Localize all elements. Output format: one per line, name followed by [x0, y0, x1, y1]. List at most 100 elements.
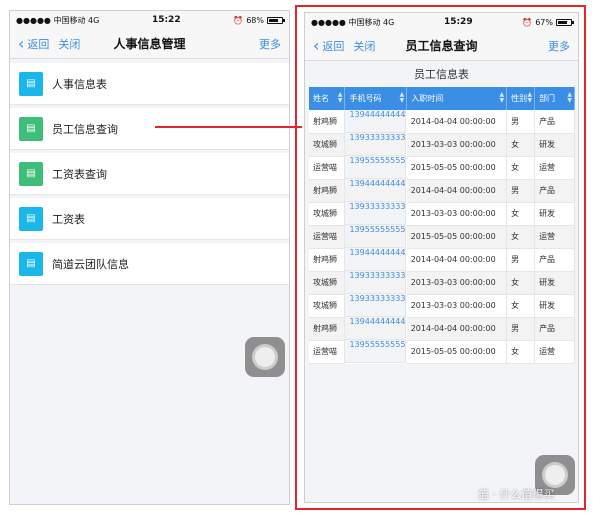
table-cell: 射鸡狮 — [309, 248, 346, 272]
watermark: 值 · 什么值得买 — [478, 488, 555, 501]
column-header[interactable]: 部门 ▲ ▼ — [534, 87, 575, 110]
column-header-label: 性别 — [511, 94, 528, 103]
sort-icon: ▲ ▼ — [499, 91, 505, 104]
table-cell: 运营喵 — [309, 340, 346, 364]
table-cell: 男 — [506, 110, 536, 134]
sort-icon: ▲ ▼ — [399, 91, 405, 104]
menu-item[interactable]: ▤ 工资表 — [10, 198, 289, 240]
document-icon: ▤ — [19, 251, 43, 276]
more-button[interactable]: 更多 — [548, 38, 578, 54]
battery-icon — [556, 18, 574, 26]
column-header[interactable]: 入职时间 ▲ ▼ — [406, 87, 508, 110]
table-row[interactable]: 攻城狮 13933333333 2013-03-03 00:00:00 女研发 — [309, 133, 575, 157]
table-cell: 女 — [506, 340, 536, 364]
left-phone-screen: ●●●●● 中国移动 4G 15:22 ⏰ 68% ‹ 返回 关闭 人事信息管理… — [9, 10, 290, 505]
table-cell: 男 — [506, 179, 536, 203]
table-row[interactable]: 攻城狮 13933333333 2013-03-03 00:00:00 女研发 — [309, 271, 575, 295]
document-icon: ▤ — [19, 161, 43, 186]
table-header-row: 姓名 ▲ ▼ 手机号码 ▲ ▼ 入职时间 ▲ ▼ 性别 ▲ ▼ 部门 ▲ ▼ — [309, 87, 575, 110]
table-cell: 男 — [506, 317, 536, 341]
table-row[interactable]: 射鸡狮 13944444444 2014-04-04 00:00:00 男产品 — [309, 110, 575, 134]
menu-item-label: 简道云团队信息 — [52, 257, 129, 271]
more-button[interactable]: 更多 — [259, 36, 289, 52]
table-cell: 女 — [506, 156, 536, 180]
table-cell: 射鸡狮 — [309, 179, 346, 203]
table-cell[interactable]: 13944444444 — [345, 317, 407, 340]
table-cell: 研发 — [534, 271, 575, 295]
sort-icon: ▲ ▼ — [567, 91, 572, 104]
table-cell: 运营 — [534, 225, 575, 249]
assistive-touch-icon — [252, 344, 278, 370]
table-cell: 2015-05-05 00:00:00 — [406, 340, 508, 364]
carrier: ●●●●● 中国移动 4G — [311, 17, 395, 27]
table-cell: 2013-03-03 00:00:00 — [406, 133, 508, 157]
table-cell[interactable]: 13955555555 — [345, 340, 407, 363]
close-button[interactable]: 关闭 — [58, 36, 80, 52]
chevron-left-icon[interactable]: ‹ — [313, 37, 319, 54]
table-row[interactable]: 攻城狮 13933333333 2013-03-03 00:00:00 女研发 — [309, 202, 575, 226]
column-header[interactable]: 姓名 ▲ ▼ — [309, 87, 346, 110]
assistive-touch-button[interactable] — [245, 337, 285, 377]
navigation-bar: ‹ 返回 关闭 员工信息查询 更多 — [305, 31, 578, 61]
alarm-icon: ⏰ — [233, 15, 244, 25]
clock: 15:22 — [151, 15, 181, 25]
column-header-label: 部门 — [539, 94, 556, 103]
menu-item-label: 人事信息表 — [52, 77, 107, 91]
table-cell: 2015-05-05 00:00:00 — [406, 225, 508, 249]
table-cell: 2015-05-05 00:00:00 — [406, 156, 508, 180]
table-cell: 运营喵 — [309, 225, 346, 249]
table-title: 员工信息表 — [305, 61, 578, 87]
table-cell: 2014-04-04 00:00:00 — [406, 179, 508, 203]
table-cell: 女 — [506, 271, 536, 295]
table-cell: 研发 — [534, 294, 575, 318]
table-cell: 2013-03-03 00:00:00 — [406, 202, 508, 226]
column-header-label: 手机号码 — [349, 94, 382, 103]
table-cell: 射鸡狮 — [309, 317, 346, 341]
status-bar: ●●●●● 中国移动 4G 15:22 ⏰ 68% — [10, 11, 289, 29]
menu-item[interactable]: ▤ 简道云团队信息 — [10, 243, 289, 285]
table-cell: 攻城狮 — [309, 202, 346, 226]
employee-table: 姓名 ▲ ▼ 手机号码 ▲ ▼ 入职时间 ▲ ▼ 性别 ▲ ▼ 部门 ▲ ▼ 射鸡狮 13944444444 2… — [309, 87, 575, 364]
close-button[interactable]: 关闭 — [353, 38, 375, 54]
table-cell[interactable]: 13933333333 — [345, 271, 407, 294]
table-cell[interactable]: 13933333333 — [345, 294, 407, 317]
table-cell[interactable]: 13944444444 — [345, 110, 407, 133]
connector-arrow-line — [155, 126, 302, 128]
table-cell[interactable]: 13944444444 — [345, 179, 407, 202]
battery-icon — [267, 16, 285, 24]
menu-item[interactable]: ▤ 员工信息查询 — [10, 108, 289, 150]
table-cell[interactable]: 13955555555 — [345, 225, 407, 248]
column-header-label: 入职时间 — [411, 94, 444, 103]
menu-item-label: 工资表 — [52, 212, 85, 226]
menu-item-label: 员工信息查询 — [52, 122, 118, 136]
table-cell: 产品 — [534, 317, 575, 341]
table-row[interactable]: 射鸡狮 13944444444 2014-04-04 00:00:00 男产品 — [309, 317, 575, 341]
menu-item[interactable]: ▤ 人事信息表 — [10, 63, 289, 105]
column-header-label: 姓名 — [313, 94, 329, 103]
back-button[interactable]: 返回 — [322, 38, 344, 54]
table-body: 射鸡狮 13944444444 2014-04-04 00:00:00 男产品 攻城狮 1… — [309, 110, 575, 364]
back-button[interactable]: 返回 — [27, 36, 49, 52]
menu-item[interactable]: ▤ 工资表查询 — [10, 153, 289, 195]
table-cell: 射鸡狮 — [309, 110, 346, 134]
assistive-touch-icon — [542, 462, 568, 488]
table-cell: 2013-03-03 00:00:00 — [406, 271, 508, 295]
table-row[interactable]: 运营喵 13955555555 2015-05-05 00:00:00 女运营 — [309, 156, 575, 180]
right-phone-screen: ●●●●● 中国移动 4G 15:29 ⏰ 67% ‹ 返回 关闭 员工信息查询… — [304, 12, 579, 503]
table-cell[interactable]: 13933333333 — [345, 202, 407, 225]
column-header[interactable]: 手机号码 ▲ ▼ — [344, 87, 408, 110]
table-row[interactable]: 攻城狮 13933333333 2013-03-03 00:00:00 女研发 — [309, 294, 575, 318]
table-cell: 产品 — [534, 110, 575, 134]
table-row[interactable]: 运营喵 13955555555 2015-05-05 00:00:00 女运营 — [309, 340, 575, 364]
table-cell: 产品 — [534, 248, 575, 272]
table-row[interactable]: 射鸡狮 13944444444 2014-04-04 00:00:00 男产品 — [309, 179, 575, 203]
chevron-left-icon[interactable]: ‹ — [18, 35, 24, 52]
table-cell[interactable]: 13955555555 — [345, 156, 407, 179]
table-row[interactable]: 射鸡狮 13944444444 2014-04-04 00:00:00 男产品 — [309, 248, 575, 272]
table-cell: 女 — [506, 202, 536, 226]
table-cell[interactable]: 13933333333 — [345, 133, 407, 156]
column-header[interactable]: 性别 ▲ ▼ — [506, 87, 536, 110]
carrier: ●●●●● 中国移动 4G — [16, 15, 100, 25]
table-row[interactable]: 运营喵 13955555555 2015-05-05 00:00:00 女运营 — [309, 225, 575, 249]
table-cell[interactable]: 13944444444 — [345, 248, 407, 271]
